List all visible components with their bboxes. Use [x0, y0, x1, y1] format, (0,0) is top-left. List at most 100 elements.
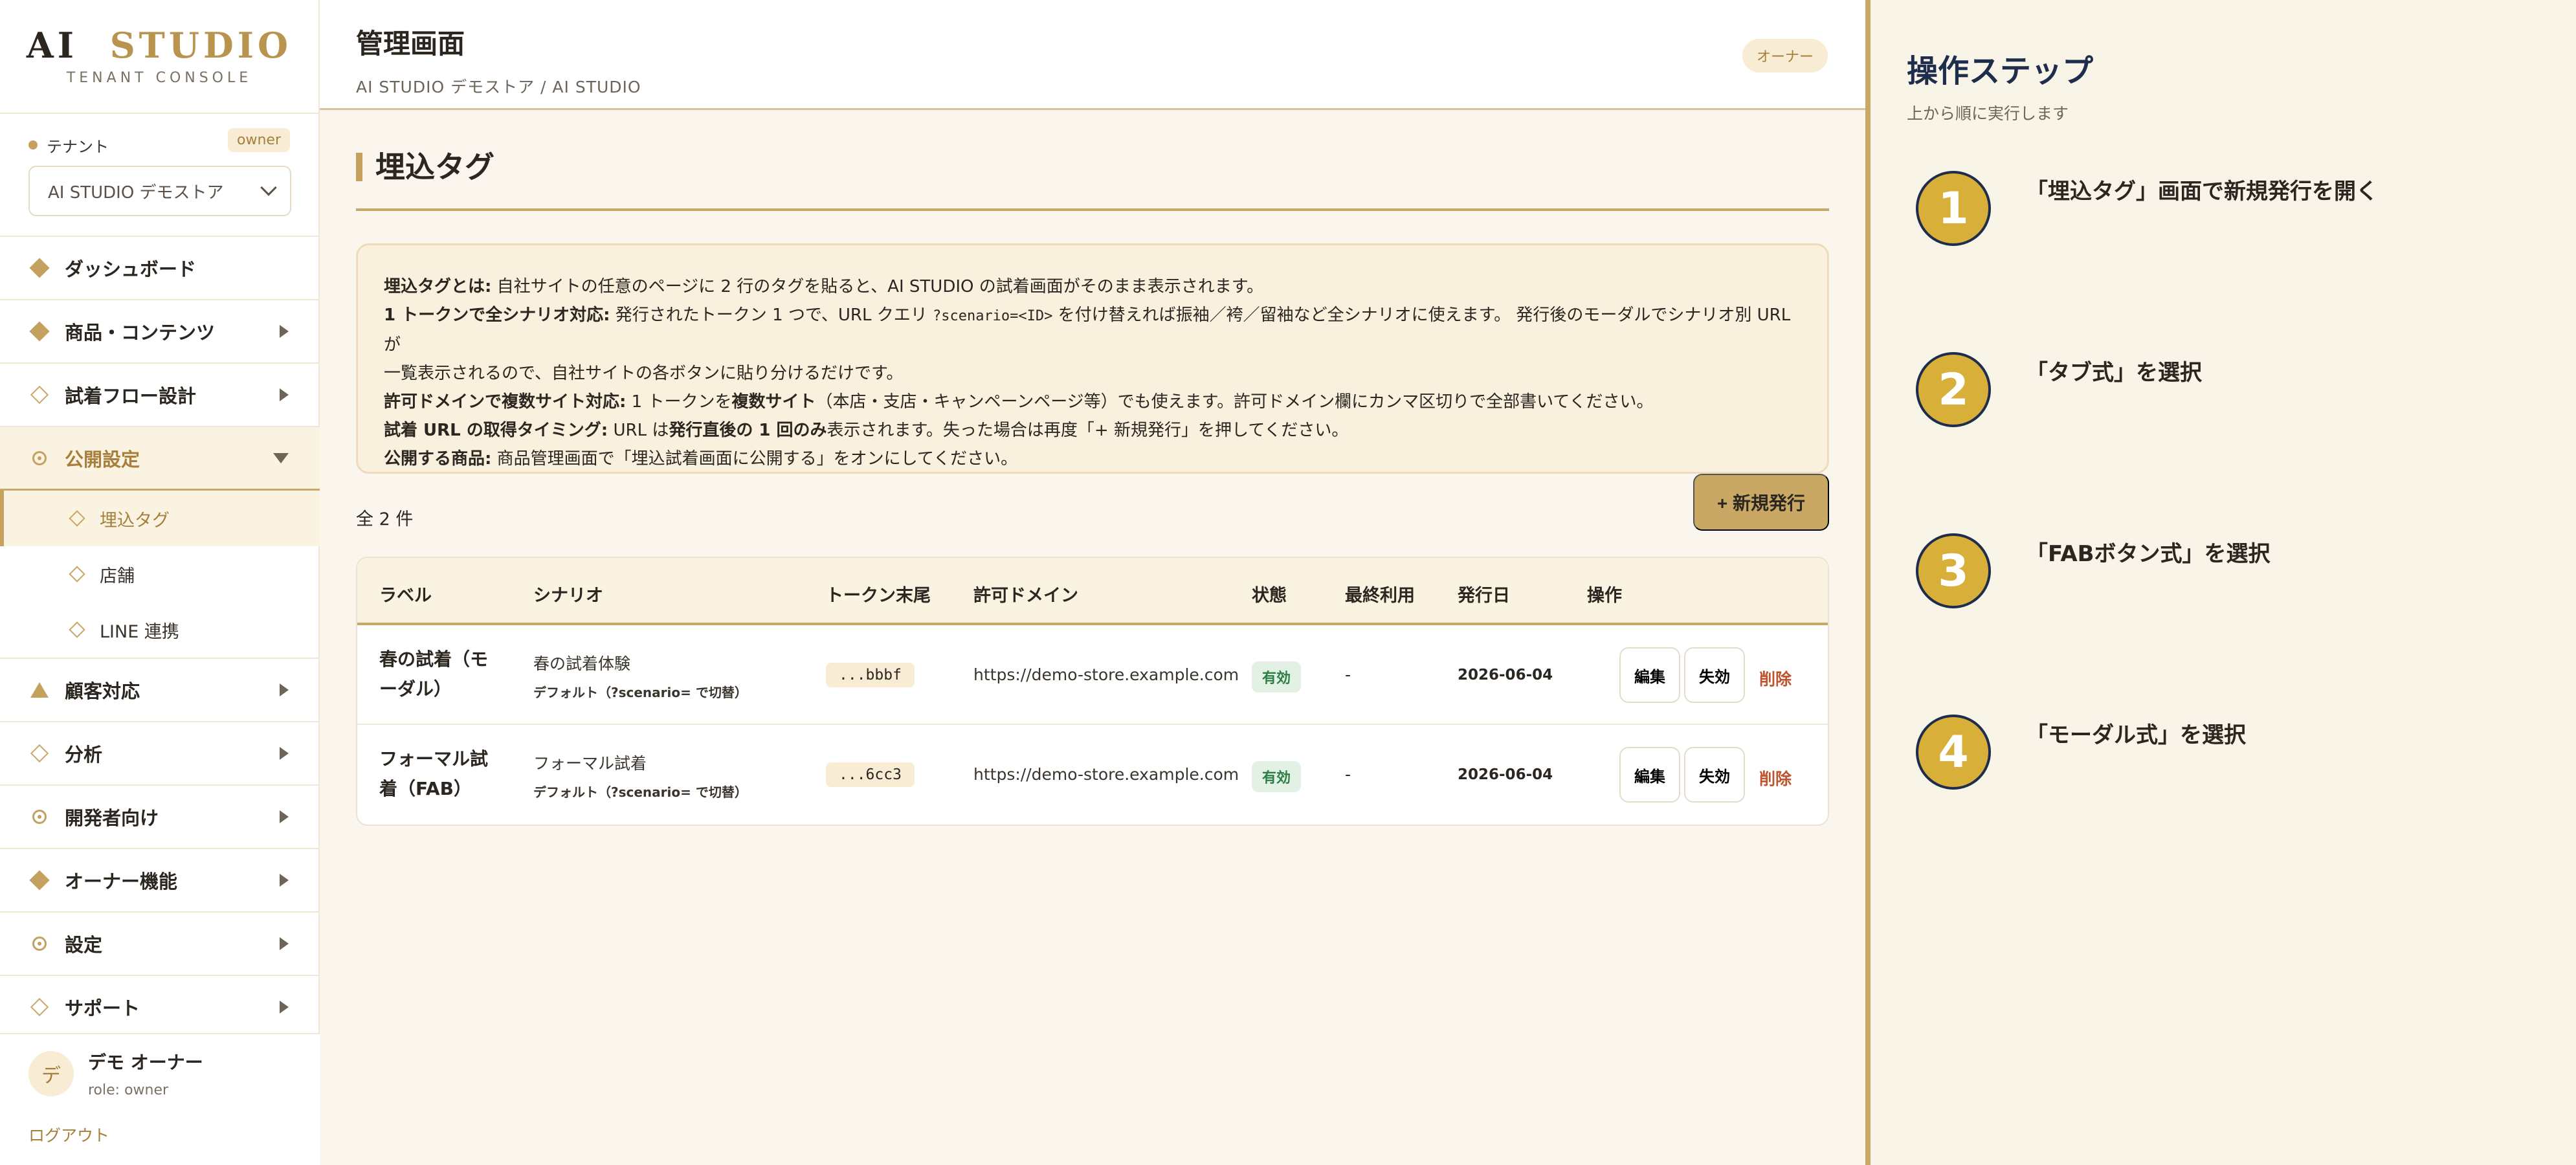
brand-logo[interactable]: AI STUDIO [0, 25, 318, 66]
step-number-badge: 3 [1916, 533, 1991, 608]
col-issued: 発行日 [1458, 586, 1510, 606]
info-line: 公開する商品: 商品管理画面で「埋込試着画面に公開する」をオンにしてください。 [384, 449, 1018, 469]
row-scenario: フォーマル試着 デフォルト（?scenario= で切替） [533, 751, 748, 801]
sidebar-item-label: ダッシュボード [65, 258, 197, 280]
sidebar-item-flow-design[interactable]: 試着フロー設計 [0, 364, 320, 427]
sidebar-subnav: 埋込タグ 店舗 LINE 連携 [0, 491, 320, 659]
tenant-role-badge: owner [228, 128, 290, 152]
diamond-outline-icon [69, 566, 85, 582]
row-domain: https://demo-store.example.com [973, 765, 1239, 784]
sidebar-item-owner[interactable]: オーナー機能 [0, 849, 320, 913]
main-content: 埋込タグ 埋込タグとは: 自社サイトの任意のページに 2 行のタグを貼ると、AI… [320, 110, 1865, 1165]
steps-panel: 操作ステップ 上から順に実行します 1 「埋込タグ」画面で新規発行を開く 2 「… [1865, 0, 2576, 1165]
delete-link[interactable]: 削除 [1759, 667, 1792, 690]
sidebar-item-label: 公開設定 [65, 448, 140, 471]
row-token: ...bbbf [826, 663, 915, 687]
info-line: 一覧表示されるので、自社サイトの各ボタンに貼り分けるだけです。 [384, 364, 904, 383]
step-number-badge: 1 [1916, 171, 1991, 246]
user-name: デモ オーナー [88, 1052, 203, 1073]
info-line: 1 トークンで全シナリオ対応: 発行されたトークン 1 つで、URL クエリ ?… [384, 305, 1791, 355]
sidebar-subitem-stores[interactable]: 店舗 [0, 546, 320, 602]
step-text: 「タブ式」を選択 [2026, 360, 2202, 386]
sidebar-item-label: 試着フロー設計 [65, 385, 197, 407]
tenant-select[interactable]: AI STUDIO デモストア [28, 166, 291, 216]
sidebar-subitem-line[interactable]: LINE 連携 [0, 602, 320, 658]
tenant-switcher: テナント owner AI STUDIO デモストア [0, 114, 318, 237]
logo-studio: STUDIO [109, 25, 293, 66]
diamond-outline-icon [30, 385, 49, 405]
table-header: ラベル シナリオ トークン末尾 許可ドメイン 状態 最終利用 発行日 操作 [357, 558, 1828, 625]
diamond-icon [29, 321, 50, 342]
avatar[interactable]: デ [28, 1050, 74, 1096]
row-last-used: - [1345, 765, 1351, 784]
logout-link[interactable]: ログアウト [28, 1123, 291, 1146]
chevron-right-icon [280, 810, 289, 823]
info-line: 試着 URL の取得タイミング: URL は発行直後の 1 回のみ表示されます。… [384, 421, 1349, 440]
chevron-right-icon [280, 1001, 289, 1014]
sidebar-item-products[interactable]: 商品・コンテンツ [0, 300, 320, 364]
step-item: 4 「モーダル式」を選択 [1916, 715, 2563, 792]
step-item: 2 「タブ式」を選択 [1916, 352, 2563, 430]
sidebar-subitem-label: 店舗 [100, 566, 135, 586]
col-last-used: 最終利用 [1345, 586, 1415, 606]
table-row: 春の試着（モーダル） 春の試着体験 デフォルト（?scenario= で切替） … [357, 625, 1828, 725]
new-issue-button[interactable]: + 新規発行 [1693, 474, 1829, 531]
row-domain: https://demo-store.example.com [973, 665, 1239, 684]
sidebar-item-settings[interactable]: 設定 [0, 913, 320, 976]
page-header-title: 管理画面 [356, 28, 465, 60]
row-token: ...6cc3 [826, 762, 915, 787]
sidebar-item-label: オーナー機能 [65, 871, 178, 893]
sidebar-item-developers[interactable]: 開発者向け [0, 786, 320, 849]
sidebar-item-support[interactable]: サポート [0, 976, 320, 1033]
sidebar-item-dashboard[interactable]: ダッシュボード [0, 237, 320, 300]
step-text: 「FABボタン式」を選択 [2026, 541, 2271, 567]
chevron-right-icon [280, 683, 289, 696]
edit-button[interactable]: 編集 [1619, 747, 1680, 803]
sidebar-item-label: 顧客対応 [65, 680, 140, 702]
step-item: 3 「FABボタン式」を選択 [1916, 533, 2563, 611]
sidebar-subitem-label: LINE 連携 [100, 621, 179, 642]
step-item: 1 「埋込タグ」画面で新規発行を開く [1916, 171, 2563, 249]
step-number-badge: 4 [1916, 715, 1991, 790]
col-token: トークン末尾 [826, 586, 931, 606]
diamond-outline-icon [30, 997, 49, 1017]
chevron-right-icon [280, 388, 289, 401]
scenario-sub: デフォルト（?scenario= で切替） [533, 685, 748, 700]
sidebar-item-customer-support[interactable]: 顧客対応 [0, 659, 320, 722]
logo-ai: AI [26, 25, 78, 66]
sidebar-item-analytics[interactable]: 分析 [0, 722, 320, 786]
step-number-badge: 2 [1916, 352, 1991, 427]
page-title: 埋込タグ [375, 150, 494, 184]
sidebar-item-publish-settings[interactable]: 公開設定 [0, 427, 320, 491]
delete-link[interactable]: 削除 [1759, 766, 1792, 790]
chevron-down-icon [260, 179, 277, 196]
row-scenario: 春の試着体験 デフォルト（?scenario= で切替） [533, 651, 748, 701]
edit-button[interactable]: 編集 [1619, 647, 1680, 703]
row-issued: 2026-06-04 [1458, 766, 1553, 783]
sidebar-subitem-embed-tag[interactable]: 埋込タグ [0, 491, 320, 546]
sidebar-subitem-label: 埋込タグ [100, 510, 170, 531]
col-label: ラベル [379, 586, 432, 606]
sidebar-item-label: 分析 [65, 744, 103, 766]
revoke-button[interactable]: 失効 [1684, 747, 1745, 803]
chevron-right-icon [280, 937, 289, 950]
list-toolbar: 全 2 件 + 新規発行 [356, 474, 1829, 557]
info-box: 埋込タグとは: 自社サイトの任意のページに 2 行のタグを貼ると、AI STUD… [356, 243, 1829, 474]
circle-icon [31, 935, 48, 952]
info-line: 許可ドメインで複数サイト対応: 1 トークンを複数サイト（本店・支店・キャンペー… [384, 392, 1654, 412]
tenant-dot-icon [28, 140, 38, 150]
diamond-outline-icon [30, 744, 49, 763]
step-text: 「埋込タグ」画面で新規発行を開く [2026, 179, 2378, 205]
result-count: 全 2 件 [356, 509, 414, 529]
chevron-down-icon [273, 452, 289, 463]
diamond-icon [29, 870, 50, 891]
col-status: 状態 [1252, 586, 1287, 606]
diamond-icon [29, 258, 50, 278]
revoke-button[interactable]: 失効 [1684, 647, 1745, 703]
col-scenario: シナリオ [533, 586, 603, 606]
chevron-right-icon [280, 874, 289, 887]
diamond-outline-icon [69, 621, 85, 638]
row-label: フォーマル試着（FAB） [379, 748, 489, 799]
sidebar-item-label: 商品・コンテンツ [65, 322, 216, 344]
brand-subtitle: TENANT CONSOLE [66, 70, 252, 86]
